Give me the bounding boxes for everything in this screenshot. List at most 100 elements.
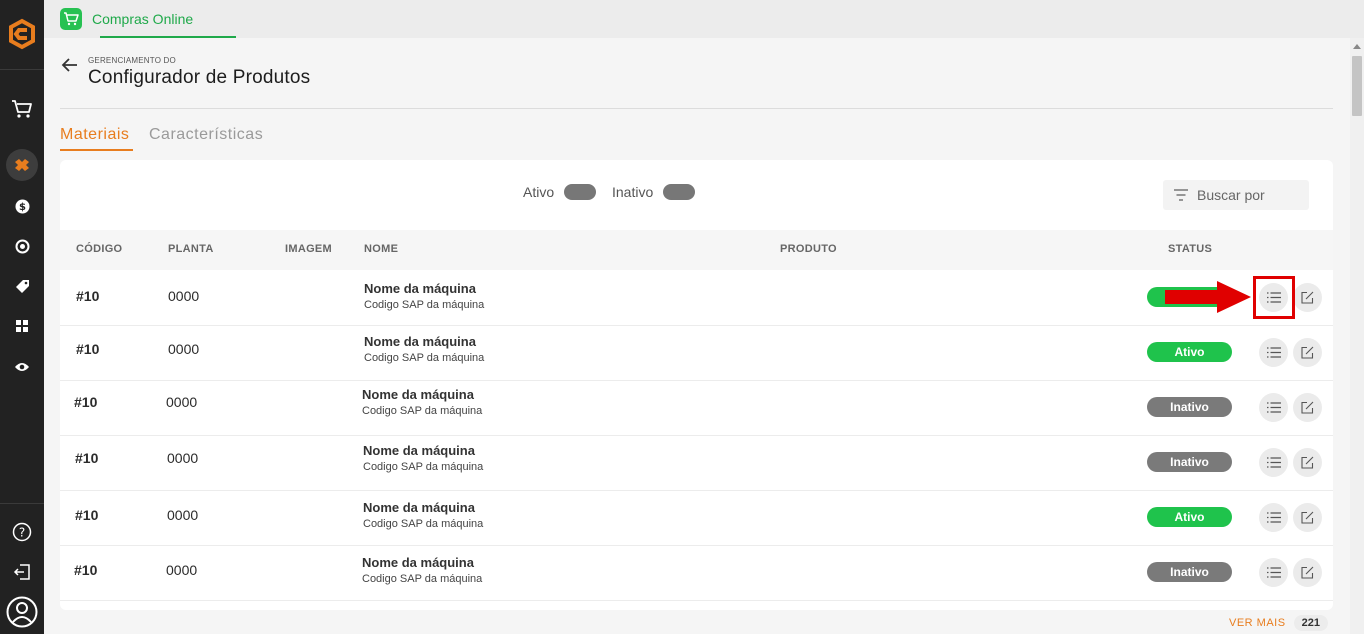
list-icon bbox=[1266, 347, 1281, 358]
scroll-thumb[interactable] bbox=[1352, 56, 1362, 116]
column-header-nome[interactable]: NOME bbox=[364, 243, 398, 255]
row-code: #10 bbox=[75, 507, 99, 523]
tag-icon[interactable] bbox=[0, 278, 44, 294]
row-plant: 0000 bbox=[166, 562, 198, 578]
column-header-codigo[interactable]: CÓDIGO bbox=[76, 243, 122, 255]
filter-ativo[interactable]: Ativo bbox=[523, 184, 597, 200]
table-row[interactable] bbox=[60, 491, 1333, 546]
edit-button[interactable] bbox=[1293, 283, 1322, 312]
row-sap-code: Codigo SAP da máquina bbox=[362, 573, 483, 585]
details-button[interactable] bbox=[1259, 503, 1288, 532]
tools-icon[interactable] bbox=[0, 157, 44, 173]
row-sap-code: Codigo SAP da máquina bbox=[364, 352, 485, 364]
table-row[interactable] bbox=[60, 546, 1333, 601]
see-more-link[interactable]: VER MAIS bbox=[1229, 617, 1286, 629]
dollar-icon[interactable]: $ bbox=[0, 198, 44, 214]
app-tab-underline bbox=[100, 36, 236, 38]
user-icon[interactable] bbox=[0, 596, 44, 628]
details-button[interactable] bbox=[1259, 558, 1288, 587]
column-header-imagem[interactable]: IMAGEM bbox=[285, 243, 332, 255]
list-icon bbox=[1266, 512, 1281, 523]
row-sap-code: Codigo SAP da máquina bbox=[363, 518, 484, 530]
edit-button[interactable] bbox=[1293, 338, 1322, 367]
column-header-produto[interactable]: PRODUTO bbox=[780, 243, 837, 255]
edit-icon bbox=[1301, 456, 1314, 469]
total-count-badge: 221 bbox=[1293, 615, 1328, 631]
column-header-status[interactable]: STATUS bbox=[1168, 243, 1212, 255]
row-name: Nome da máquina bbox=[364, 334, 476, 349]
eye-icon[interactable] bbox=[0, 359, 44, 375]
edit-button[interactable] bbox=[1293, 558, 1322, 587]
row-code: #10 bbox=[74, 394, 98, 410]
cart-icon[interactable] bbox=[0, 98, 44, 120]
details-button[interactable] bbox=[1259, 393, 1288, 422]
row-plant: 0000 bbox=[168, 288, 200, 304]
status-badge: Ativo bbox=[1147, 507, 1232, 527]
row-code: #10 bbox=[75, 450, 99, 466]
edit-icon bbox=[1301, 566, 1314, 579]
table-row[interactable] bbox=[60, 436, 1333, 491]
app-tab-compras-online[interactable]: Compras Online bbox=[60, 7, 193, 31]
list-icon bbox=[1266, 567, 1281, 578]
back-arrow-icon[interactable] bbox=[61, 56, 79, 74]
tab-materiais[interactable]: Materiais bbox=[60, 126, 129, 144]
details-button[interactable] bbox=[1259, 448, 1288, 477]
status-badge: Ativo bbox=[1147, 342, 1232, 362]
edit-button[interactable] bbox=[1293, 393, 1322, 422]
edit-icon bbox=[1301, 511, 1314, 524]
svg-text:?: ? bbox=[19, 526, 25, 540]
filter-ativo-toggle[interactable] bbox=[564, 184, 597, 200]
page-title: Configurador de Produtos bbox=[88, 67, 311, 88]
filter-icon bbox=[1174, 189, 1188, 201]
row-code: #10 bbox=[76, 288, 100, 304]
edit-button[interactable] bbox=[1293, 503, 1322, 532]
filter-inativo-toggle[interactable] bbox=[663, 184, 696, 200]
help-icon[interactable]: ? bbox=[0, 522, 44, 542]
svg-text:$: $ bbox=[19, 202, 26, 213]
row-name: Nome da máquina bbox=[362, 387, 474, 402]
row-code: #10 bbox=[76, 341, 100, 357]
edit-button[interactable] bbox=[1293, 448, 1322, 477]
logout-icon[interactable] bbox=[0, 563, 44, 581]
search-input[interactable]: Buscar por bbox=[1163, 180, 1309, 210]
row-name: Nome da máquina bbox=[363, 443, 475, 458]
exchange-icon[interactable] bbox=[0, 238, 44, 254]
logo-icon[interactable] bbox=[6, 18, 38, 50]
grid-icon[interactable] bbox=[0, 318, 44, 334]
edit-icon bbox=[1301, 291, 1314, 304]
row-code: #10 bbox=[74, 562, 98, 578]
header-divider bbox=[60, 108, 1333, 109]
row-name: Nome da máquina bbox=[364, 281, 476, 296]
row-plant: 0000 bbox=[167, 450, 199, 466]
table-header bbox=[60, 230, 1333, 270]
page-scrollbar[interactable] bbox=[1350, 38, 1364, 634]
scroll-up-arrow-icon[interactable] bbox=[1353, 44, 1361, 49]
filter-ativo-label: Ativo bbox=[523, 184, 555, 200]
sidebar: $ ? bbox=[0, 0, 44, 634]
list-icon bbox=[1266, 457, 1281, 468]
edit-icon bbox=[1301, 346, 1314, 359]
app-tab-label: Compras Online bbox=[92, 11, 194, 27]
row-plant: 0000 bbox=[168, 341, 200, 357]
page-overline: GERENCIAMENTO DO bbox=[88, 56, 176, 65]
tab-caracteristicas[interactable]: Características bbox=[149, 126, 263, 144]
row-plant: 0000 bbox=[167, 507, 199, 523]
row-sap-code: Codigo SAP da máquina bbox=[364, 299, 485, 311]
top-bar: Compras Online bbox=[44, 0, 1364, 38]
table-footer: VER MAIS 221 bbox=[1229, 615, 1328, 631]
annotation-arrow-icon bbox=[1165, 281, 1251, 313]
status-badge: Inativo bbox=[1147, 562, 1232, 582]
filter-inativo-label: Inativo bbox=[612, 184, 654, 200]
sidebar-divider bbox=[0, 503, 44, 504]
table-row[interactable] bbox=[60, 326, 1333, 381]
table-row[interactable] bbox=[60, 271, 1333, 326]
annotation-highlight-box bbox=[1253, 276, 1295, 319]
column-header-planta[interactable]: PLANTA bbox=[168, 243, 214, 255]
details-button[interactable] bbox=[1259, 338, 1288, 367]
row-plant: 0000 bbox=[166, 394, 198, 410]
sidebar-divider bbox=[0, 69, 44, 70]
filter-inativo[interactable]: Inativo bbox=[612, 184, 696, 200]
table-row[interactable] bbox=[60, 381, 1333, 436]
row-name: Nome da máquina bbox=[362, 555, 474, 570]
list-icon bbox=[1266, 402, 1281, 413]
